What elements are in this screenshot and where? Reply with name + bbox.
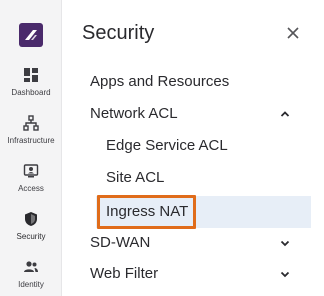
rail-item-label: Identity — [18, 280, 44, 289]
rail-item-label: Security — [16, 232, 46, 241]
dashboard-icon — [24, 68, 38, 82]
selection-highlight — [97, 195, 196, 229]
identity-icon — [24, 261, 38, 272]
nav-item-apps-and-resources[interactable]: Apps and Resources — [90, 73, 229, 90]
nav-item-edge-service-acl[interactable]: Edge Service ACL — [106, 137, 228, 154]
shield-icon — [25, 212, 37, 226]
rail-item-infrastructure[interactable]: Infrastructure — [0, 115, 62, 145]
rail-item-identity[interactable]: Identity — [0, 259, 62, 289]
access-icon — [23, 164, 39, 178]
rail-item-label: Infrastructure — [7, 136, 55, 145]
nav-item-web-filter[interactable]: Web Filter — [90, 265, 158, 282]
infrastructure-icon — [23, 115, 39, 131]
rail-item-label: Access — [18, 184, 44, 193]
chevron-up-icon[interactable] — [279, 108, 291, 120]
nav-item-site-acl[interactable]: Site ACL — [106, 169, 164, 186]
rail-item-label: Dashboard — [11, 88, 51, 97]
close-icon[interactable] — [285, 25, 301, 41]
page-title: Security — [82, 22, 155, 44]
brand-logo-icon[interactable] — [19, 23, 43, 47]
rail-item-access[interactable]: Access — [0, 163, 62, 193]
chevron-down-icon[interactable] — [279, 268, 291, 280]
chevron-down-icon[interactable] — [279, 237, 291, 249]
nav-item-network-acl[interactable]: Network ACL — [90, 105, 178, 122]
nav-item-sd-wan[interactable]: SD-WAN — [90, 234, 150, 251]
rail-item-security[interactable]: Security — [0, 211, 62, 241]
left-rail: Dashboard Infrastructure Access Security — [0, 0, 62, 296]
rail-item-dashboard[interactable]: Dashboard — [0, 67, 62, 97]
